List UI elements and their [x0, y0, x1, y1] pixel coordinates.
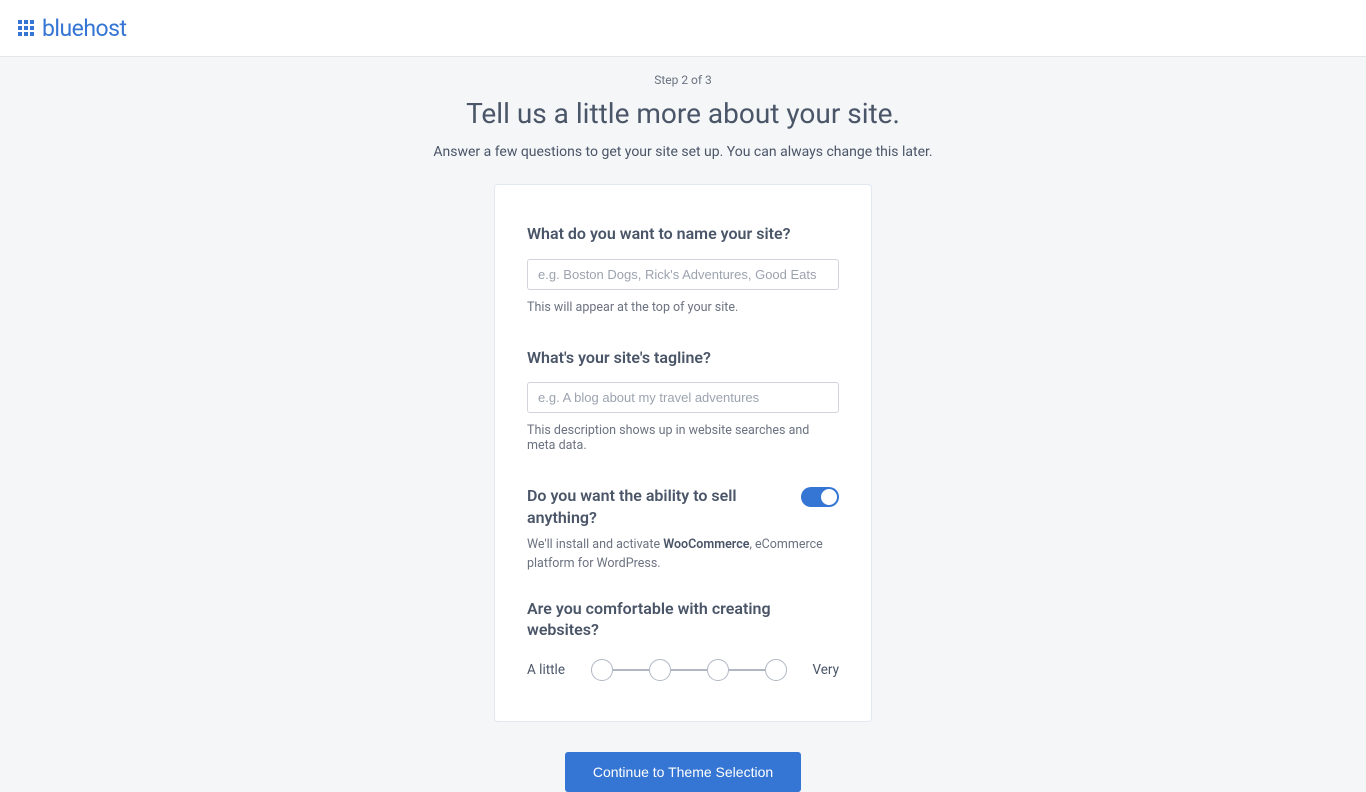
comfort-step-2[interactable]: [649, 659, 671, 681]
site-name-input[interactable]: [527, 259, 839, 290]
button-wrap: Continue to Theme Selection: [0, 736, 1366, 792]
sell-helper-prefix: We'll install and activate: [527, 537, 663, 552]
step-indicator: Step 2 of 3: [0, 73, 1366, 87]
grid-icon: [18, 20, 34, 36]
page-title: Tell us a little more about your site.: [0, 97, 1366, 130]
comfort-slider-row: A little Very: [527, 659, 839, 681]
logo[interactable]: bluehost: [18, 15, 127, 42]
tagline-input[interactable]: [527, 382, 839, 413]
tagline-helper: This description shows up in website sea…: [527, 423, 839, 453]
main-content: Step 2 of 3 Tell us a little more about …: [0, 57, 1366, 792]
sell-toggle[interactable]: [801, 487, 839, 507]
comfort-min-label: A little: [527, 662, 565, 678]
comfort-step-3[interactable]: [707, 659, 729, 681]
comfort-label: Are you comfortable with creating websit…: [527, 598, 839, 641]
tagline-label: What's your site's tagline?: [527, 347, 839, 369]
sell-helper: We'll install and activate WooCommerce, …: [527, 536, 839, 574]
page-subtitle: Answer a few questions to get your site …: [0, 144, 1366, 160]
sell-helper-strong: WooCommerce: [663, 537, 749, 552]
brand-name: bluehost: [42, 15, 127, 42]
app-header: bluehost: [0, 0, 1366, 57]
continue-button[interactable]: Continue to Theme Selection: [565, 752, 801, 792]
comfort-slider[interactable]: [591, 659, 787, 681]
sell-toggle-row: Do you want the ability to sell anything…: [527, 485, 839, 536]
site-name-helper: This will appear at the top of your site…: [527, 300, 839, 315]
setup-form-card: What do you want to name your site? This…: [494, 184, 872, 722]
site-name-label: What do you want to name your site?: [527, 223, 839, 245]
comfort-max-label: Very: [812, 662, 839, 678]
sell-label: Do you want the ability to sell anything…: [527, 485, 785, 528]
comfort-step-4[interactable]: [765, 659, 787, 681]
comfort-step-1[interactable]: [591, 659, 613, 681]
toggle-knob: [821, 489, 837, 505]
